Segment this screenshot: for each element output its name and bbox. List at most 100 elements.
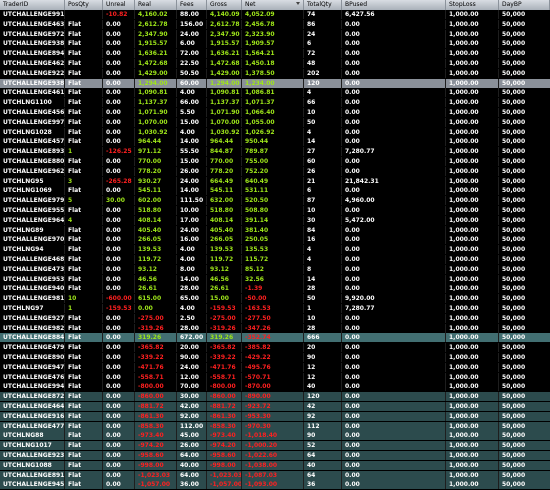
table-row[interactable]: UTCHALLENGE955 Flat 0.00 518.80 10.00 518.80 5… <box>0 206 550 215</box>
cell-posqty: Flat <box>65 333 103 343</box>
table-row[interactable]: UTCHALLENGE884 Flat 0.00 319.26 672.00 319.26… <box>0 333 550 343</box>
cell-bpused: 0.00 <box>342 137 446 147</box>
cell-totalqty: 66 <box>304 98 342 108</box>
cell-fees: 16.00 <box>177 235 207 245</box>
cell-posqty: 3 <box>65 176 103 186</box>
table-row[interactable]: UTCHALLENGE947 Flat 0.00 -471.76 24.00 -471.7… <box>0 362 550 372</box>
cell-gross: 1,070.00 <box>207 117 242 127</box>
table-row[interactable]: UTCHALLENGE872 Flat 0.00 -860.00 30.00 -860.0… <box>0 392 550 402</box>
table-row[interactable]: UTCHALLENGE938 Flat 0.00 1,294.00 60.00 1,294… <box>0 78 550 88</box>
cell-real: 46.56 <box>135 274 177 284</box>
table-row[interactable]: UTCHLNG1017 Flat 0.00 -974.20 26.00 -974.20 -1… <box>0 441 550 451</box>
column-header-net[interactable]: Net <box>242 0 304 10</box>
cell-daybp: 50,000 <box>502 285 526 293</box>
table-row[interactable]: UTCHLNG1028 Flat 0.00 1,030.92 4.00 1,030.92 1… <box>0 127 550 137</box>
cell-fees: 36.00 <box>177 480 207 490</box>
table-row[interactable]: UTCHALLENGE461 Flat 0.00 1,090.81 4.00 1,090.… <box>0 88 550 98</box>
table-row[interactable]: UTCHALLENGE953 Flat 0.00 46.56 14.00 46.56 32.… <box>0 274 550 284</box>
cell-net: 508.80 <box>242 206 304 215</box>
table-row[interactable]: UTCHALLENGE477 Flat 0.00 -858.30 112.00 -858.… <box>0 421 550 431</box>
table-row[interactable]: UTCHALLENGE890 Flat 0.00 -339.22 90.00 -339.2… <box>0 353 550 362</box>
table-row[interactable]: UTCHALLENGE994 Flat 0.00 -800.00 70.00 -800.0… <box>0 382 550 392</box>
cell-fees: 14.00 <box>177 137 207 147</box>
cell-gross: 2,612.78 <box>207 19 242 29</box>
column-header-bpused[interactable]: BPused <box>342 0 446 10</box>
cell-stoploss: 1,000.00 <box>446 392 499 402</box>
column-header-real[interactable]: Real <box>135 0 177 10</box>
table-row[interactable]: UTCHALLENGE970 Flat 0.00 266.05 16.00 266.05 2… <box>0 235 550 245</box>
column-header-gross[interactable]: Gross <box>207 0 242 10</box>
table-row[interactable]: UTCHALLENGE945 Flat 0.00 -1,057.00 36.00 -1,0… <box>0 480 550 490</box>
cell-traderid: UTCHALLENGE981 <box>0 294 65 304</box>
table-row[interactable]: UTCHLNG94 Flat 0.00 139.53 4.00 139.53 135.53 4… <box>0 245 550 255</box>
table-row[interactable]: UTCHLNG95 3 -265.28 930.27 24.00 664.49 640.49… <box>0 176 550 186</box>
cell-fees: 28.00 <box>177 323 207 333</box>
cell-bpused: 0.00 <box>342 470 446 480</box>
cell-unreal: -600.00 <box>103 294 135 304</box>
table-row[interactable]: UTCHALLENGE979 5 30.00 602.00 111.50 632.00 52… <box>0 196 550 206</box>
table-row[interactable]: UTCHLNG1100 Flat 0.00 1,137.37 66.00 1,137.37… <box>0 98 550 108</box>
table-row[interactable]: UTCHALLENGE991 -10.82 4,160.02 88.00 4,140.0… <box>0 10 550 19</box>
table-row[interactable]: UTCHALLENGE476 Flat 0.00 -558.71 12.00 -558.7… <box>0 372 550 382</box>
table-row[interactable]: UTCHALLENGE922 Flat 0.00 1,429.00 50.50 1,429… <box>0 68 550 78</box>
table-row[interactable]: UTCHALLENGE916 Flat 0.00 -861.30 92.00 -861.3… <box>0 411 550 421</box>
table-row[interactable]: UTCHALLENGE894 Flat 0.00 1,636.21 72.00 1,636… <box>0 49 550 59</box>
cell-daybp: 50,000 <box>502 99 526 107</box>
cell-totalqty: 42 <box>304 402 342 411</box>
table-row[interactable]: UTCHALLENGE982 Flat 0.00 -319.26 28.00 -319.2… <box>0 323 550 333</box>
table-row[interactable]: UTCHALLENGE981 10 -600.00 615.00 65.00 15.00-… <box>0 294 550 304</box>
cell-real: 1,070.00 <box>135 117 177 127</box>
table-row[interactable]: UTCHALLENGE457 Flat 0.00 964.44 14.00 964.44 9… <box>0 137 550 147</box>
cell-stoploss: 1,000.00 <box>446 29 499 39</box>
column-header-unreal[interactable]: Unreal <box>103 0 135 10</box>
cell-totalqty: 28 <box>304 323 342 333</box>
table-row[interactable]: UTCHALLENGE880 Flat 0.00 770.00 15.00 770.00 7… <box>0 157 550 166</box>
cell-traderid: UTCHALLENGE927 <box>0 313 65 323</box>
column-header-posqty[interactable]: PosQty <box>65 0 103 10</box>
cell-net: 950.44 <box>242 137 304 147</box>
table-row[interactable]: UTCHLNG1069 Flat 0.00 545.11 14.00 545.11 531.… <box>0 186 550 196</box>
column-header-fees[interactable]: Fees <box>177 0 207 10</box>
cell-fees: 17.00 <box>177 215 207 225</box>
cell-unreal: 0.00 <box>103 460 135 470</box>
table-row[interactable]: UTCHLNG97 1 -159.53 0.00 4.00 -159.53 -163.53 1… <box>0 304 550 313</box>
cell-daybp: 50,000 <box>502 265 526 273</box>
cell-gross: 1,071.90 <box>207 108 242 117</box>
cell-posqty: Flat <box>65 470 103 480</box>
table-row[interactable]: UTCHALLENGE940 Flat 0.00 26.61 28.00 26.61 -1.… <box>0 284 550 294</box>
column-header-daybp[interactable]: DayBP <box>499 0 550 10</box>
cell-real: -858.30 <box>135 421 177 431</box>
table-row[interactable]: UTCHLNG1088 Flat 0.00 -998.00 40.00 -998.00 -1… <box>0 460 550 470</box>
sort-descending-icon[interactable] <box>296 2 300 5</box>
table-row[interactable]: UTCHALLENGE893 1 -126.25 971.12 55.50 844.87 7… <box>0 147 550 157</box>
column-header-stoploss[interactable]: StopLoss <box>446 0 499 10</box>
table-row[interactable]: UTCHALLENGE479 Flat 0.00 -365.82 20.00 -365.8… <box>0 343 550 353</box>
table-row[interactable]: UTCHLNG89 Flat 0.00 405.40 24.00 405.40 381.40… <box>0 225 550 235</box>
cell-net: 1,564.21 <box>242 49 304 59</box>
table-row[interactable]: UTCHALLENGE891 Flat 0.00 -1,023.03 64.00 -1,0… <box>0 470 550 480</box>
cell-unreal: 0.00 <box>103 215 135 225</box>
cell-bpused: 0.00 <box>342 451 446 460</box>
table-row[interactable]: UTCHALLENGE972 Flat 0.00 2,347.90 24.00 2,347… <box>0 29 550 39</box>
cell-fees: 4.00 <box>177 127 207 137</box>
table-row[interactable]: UTCHALLENGE468 Flat 0.00 119.72 4.00 119.72 11… <box>0 255 550 264</box>
cell-real: -974.20 <box>135 441 177 451</box>
table-row[interactable]: UTCHALLENGE923 Flat 0.00 -958.60 64.00 -958.6… <box>0 451 550 460</box>
table-row[interactable]: UTCHALLENGE462 Flat 0.00 1,472.68 22.50 1,472… <box>0 59 550 68</box>
table-row[interactable]: UTCHALLENGE464 Flat 0.00 -881.72 42.00 -881.7… <box>0 402 550 411</box>
cell-stoploss: 1,000.00 <box>446 470 499 480</box>
table-row[interactable]: UTCHALLENGE456 Flat 0.00 1,071.90 5.50 1,071.… <box>0 108 550 117</box>
cell-bpused: 0.00 <box>342 264 446 274</box>
table-row[interactable]: UTCHLNG88 Flat 0.00 -973.40 45.00 -973.40 -1,0… <box>0 431 550 441</box>
table-row[interactable]: UTCHALLENGE927 Flat 0.00 -275.00 2.50 -275.00… <box>0 313 550 323</box>
table-row[interactable]: UTCHALLENGE938 Flat 0.00 1,915.57 6.00 1,915.… <box>0 39 550 49</box>
table-row[interactable]: UTCHALLENGE964 4 0.00 408.14 17.00 408.14 391.… <box>0 215 550 225</box>
table-row[interactable]: UTCHALLENGE997 Flat 0.00 1,070.00 15.00 1,070… <box>0 117 550 127</box>
cell-unreal: 0.00 <box>103 19 135 29</box>
column-header-totalqty[interactable]: TotalQty <box>304 0 342 10</box>
column-header-traderid[interactable]: TraderID <box>0 0 65 10</box>
table-row[interactable]: UTCHALLENGE463 Flat 0.00 2,612.78 156.00 2,61… <box>0 19 550 29</box>
table-row[interactable]: UTCHALLENGE473 Flat 0.00 93.12 8.00 93.12 85.1… <box>0 264 550 274</box>
cell-totalqty: 10 <box>304 108 342 117</box>
table-row[interactable]: UTCHALLENGE962 Flat 0.00 778.20 26.00 778.20 7… <box>0 166 550 176</box>
